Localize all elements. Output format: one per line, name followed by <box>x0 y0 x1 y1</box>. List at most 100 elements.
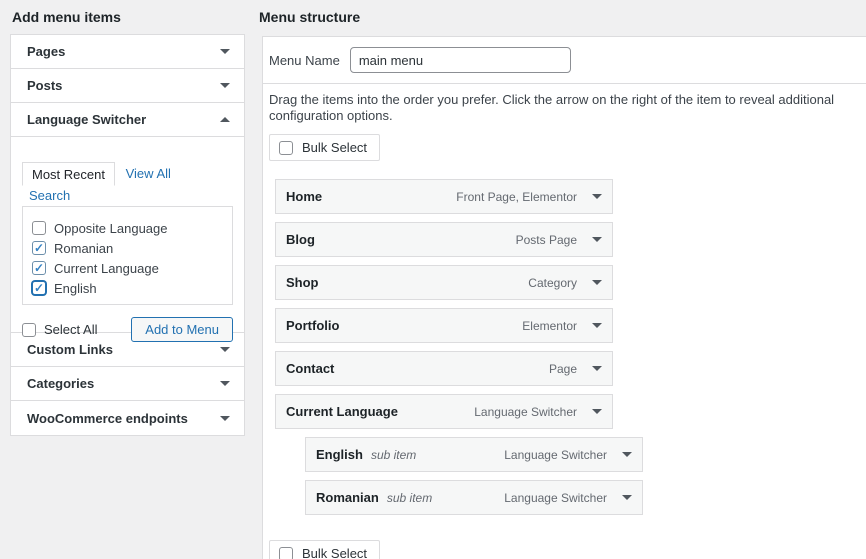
menu-item-romanian-sub[interactable]: Romanian sub item Language Switcher <box>305 480 643 515</box>
chevron-up-icon <box>220 117 230 122</box>
accordion-section-pages: Pages <box>11 35 244 69</box>
checkbox-label: English <box>54 280 97 296</box>
menu-item-label: Portfolio <box>286 318 340 333</box>
accordion-section-language-switcher: Language Switcher Most Recent View All S… <box>11 103 244 342</box>
menu-item-english-sub[interactable]: English sub item Language Switcher <box>305 437 643 472</box>
accordion-header-pages[interactable]: Pages <box>11 35 244 69</box>
menu-item-type: Page <box>548 361 577 376</box>
menu-structure-title: Menu structure <box>259 9 361 25</box>
menu-items-list: Home Front Page, Elementor Blog Posts Pa… <box>275 179 866 515</box>
accordion-label: Pages <box>27 44 66 59</box>
menu-item-label: Current Language <box>286 404 398 419</box>
chevron-down-icon[interactable] <box>592 409 602 414</box>
accordion-header-categories[interactable]: Categories <box>11 367 244 401</box>
accordion-label: Categories <box>27 376 95 391</box>
menu-item-label: English <box>316 447 363 462</box>
menu-item-type: Category <box>528 275 577 290</box>
menu-item-current-language[interactable]: Current Language Language Switcher <box>275 394 613 429</box>
bulk-select-control-bottom[interactable]: Bulk Select <box>269 540 381 559</box>
chevron-down-icon[interactable] <box>592 366 602 371</box>
menu-item-type: Language Switcher <box>504 447 607 462</box>
checkmark-icon: ✓ <box>33 241 45 255</box>
checkbox-row-english[interactable]: ✓ English <box>32 278 232 298</box>
checkbox-label: Opposite Language <box>54 220 168 236</box>
checkbox-row-romanian[interactable]: ✓ Romanian <box>32 238 232 258</box>
accordion-section-categories: Categories <box>11 367 244 401</box>
language-switcher-panel: Most Recent View All Search Opposite Lan… <box>11 137 244 342</box>
select-all-checkbox[interactable] <box>22 322 36 337</box>
add-menu-items-accordion: Pages Posts Language Switcher Most Recen… <box>10 34 245 436</box>
checkbox-checked[interactable]: ✓ <box>32 281 46 295</box>
chevron-down-icon[interactable] <box>592 194 602 199</box>
language-switcher-footer: Select All Add to Menu <box>22 317 233 342</box>
checkmark-icon: ✓ <box>33 281 45 295</box>
accordion-label: Custom Links <box>27 342 113 357</box>
chevron-down-icon <box>220 415 230 421</box>
bulk-select-control-top[interactable]: Bulk Select <box>269 134 381 161</box>
checkbox-checked[interactable]: ✓ <box>32 261 46 275</box>
menu-item-label: Romanian <box>316 490 379 505</box>
menu-item-type: Posts Page <box>515 232 577 247</box>
language-items-listbox: Opposite Language ✓ Romanian ✓ Current L… <box>22 206 233 305</box>
accordion-label: Posts <box>27 78 63 93</box>
add-menu-items-title: Add menu items <box>12 9 121 25</box>
menu-item-label: Blog <box>286 232 315 247</box>
menu-item-type: Language Switcher <box>504 490 607 505</box>
add-to-menu-button[interactable]: Add to Menu <box>131 317 233 342</box>
chevron-down-icon[interactable] <box>592 237 602 242</box>
tab-view-all[interactable]: View All <box>119 162 178 184</box>
sub-item-badge: sub item <box>386 490 433 505</box>
accordion-header-woocommerce-endpoints[interactable]: WooCommerce endpoints <box>11 401 244 435</box>
drag-instructions: Drag the items into the order you prefer… <box>269 92 835 123</box>
accordion-header-language-switcher[interactable]: Language Switcher <box>11 103 244 137</box>
sub-item-badge: sub item <box>370 447 417 462</box>
checkbox-checked[interactable]: ✓ <box>32 241 46 255</box>
chevron-down-icon[interactable] <box>622 495 632 500</box>
bulk-select-label: Bulk Select <box>302 546 368 559</box>
accordion-label: Language Switcher <box>27 112 147 127</box>
chevron-down-icon <box>220 83 230 88</box>
menu-item-contact[interactable]: Contact Page <box>275 351 613 386</box>
menu-item-label: Contact <box>286 361 335 376</box>
chevron-down-icon[interactable] <box>592 323 602 328</box>
chevron-down-icon <box>220 347 230 352</box>
tab-search[interactable]: Search <box>22 184 77 206</box>
bulk-select-checkbox[interactable] <box>279 140 293 155</box>
tab-most-recent[interactable]: Most Recent <box>22 162 115 186</box>
accordion-header-posts[interactable]: Posts <box>11 69 244 103</box>
accordion-label: WooCommerce endpoints <box>27 410 188 426</box>
menu-item-label: Home <box>286 189 323 204</box>
select-all-control[interactable]: Select All <box>22 322 97 337</box>
menu-item-type: Language Switcher <box>474 404 577 419</box>
checkbox-label: Current Language <box>54 260 159 276</box>
menu-item-shop[interactable]: Shop Category <box>275 265 613 300</box>
menu-item-type: Front Page, Elementor <box>456 189 577 204</box>
chevron-down-icon[interactable] <box>622 452 632 457</box>
menu-body: Drag the items into the order you prefer… <box>263 84 866 559</box>
menu-structure-panel: Menu structure Menu Name Drag the items … <box>259 0 866 559</box>
menu-name-input[interactable] <box>349 47 571 73</box>
bulk-select-label: Bulk Select <box>302 140 368 155</box>
chevron-down-icon[interactable] <box>592 280 602 285</box>
menu-item-label: Shop <box>286 275 319 290</box>
checkbox-row-opposite-language[interactable]: Opposite Language <box>32 218 232 238</box>
menu-name-label: Menu Name <box>269 52 340 68</box>
accordion-section-posts: Posts <box>11 69 244 103</box>
bulk-select-checkbox[interactable] <box>279 546 293 559</box>
checkbox-row-current-language[interactable]: ✓ Current Language <box>32 258 232 278</box>
checkbox-label: Romanian <box>54 240 114 256</box>
chevron-down-icon <box>220 49 230 54</box>
menu-item-home[interactable]: Home Front Page, Elementor <box>275 179 613 214</box>
menu-item-type: Elementor <box>522 318 577 333</box>
menu-item-blog[interactable]: Blog Posts Page <box>275 222 613 257</box>
menu-name-row: Menu Name <box>263 37 866 84</box>
select-all-label: Select All <box>44 322 98 337</box>
checkmark-icon: ✓ <box>33 261 45 275</box>
nav-menus-screen: Add menu items Pages Posts Language Swit… <box>0 0 866 559</box>
menu-item-portfolio[interactable]: Portfolio Elementor <box>275 308 613 343</box>
accordion-section-woocommerce-endpoints: WooCommerce endpoints <box>11 401 244 435</box>
menu-edit-box: Menu Name Drag the items into the order … <box>262 36 866 559</box>
checkbox-unchecked[interactable] <box>32 221 46 235</box>
add-menu-items-panel: Add menu items Pages Posts Language Swit… <box>10 0 245 436</box>
language-switcher-tabs: Most Recent View All Search <box>22 161 233 206</box>
